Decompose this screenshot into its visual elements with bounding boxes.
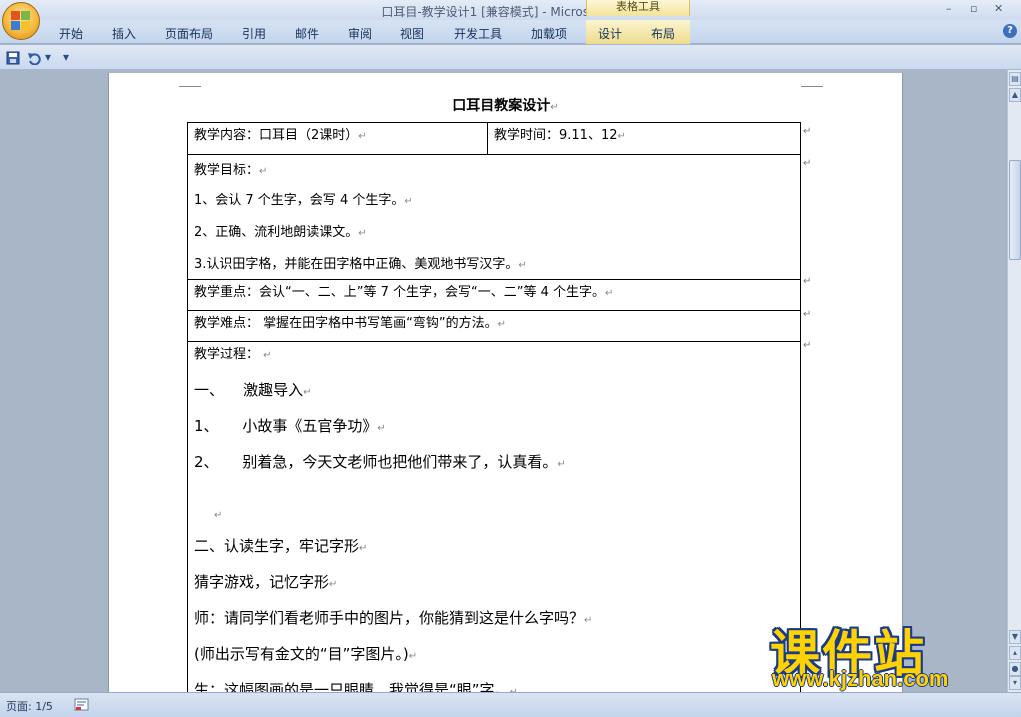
paragraph-mark: ↵ [518,260,527,271]
cell-process[interactable]: 教学过程： ↵ 一、 激趣导入↵ 1、 小故事《五官争功》↵ 2、 别着急，今天… [187,341,801,692]
paragraph-mark: ↵ [358,228,367,239]
content-label: 教学内容：口耳目（2课时） [194,128,359,143]
title-bar: 口耳目-教学设计1 [兼容模式] - Microsoft Word – ▫ ✕ [0,0,1021,20]
process-line: (师出示写有金文的“目”字图片。) [194,645,409,663]
paragraph-mark: ↵ [584,615,593,626]
undo-icon[interactable] [27,51,41,65]
paragraph-mark: ↵ [617,131,626,142]
paragraph-mark: ↵ [214,510,223,521]
row-end-mark: ↵ [803,126,812,137]
focus-text: 教学重点：会认“一、二、上”等 7 个生字，会写“一、二”等 4 个生字。 [194,285,606,300]
goals-heading: 教学目标： [194,163,260,178]
vertical-scrollbar[interactable]: ▤ ▲ ▼ ▴ ● ▾ [1007,70,1021,692]
scroll-up-icon[interactable]: ▲ [1009,88,1021,102]
customize-toolbar-icon[interactable]: ▾ [63,50,69,64]
time-label: 教学时间：9.11、12 [494,128,618,143]
row-end-mark: ↵ [803,309,812,320]
tab-page-layout[interactable]: 页面布局 [165,25,213,42]
window-title: 口耳目-教学设计1 [兼容模式] - Microsoft Word [381,5,640,19]
lesson-plan-table: 教学内容：口耳目（2课时）↵ 教学时间：9.11、12↵ 教学目标：↵ 1、会认… [187,122,801,692]
process-line: 1、 小故事《五官争功》 [194,417,378,435]
tab-add-ins[interactable]: 加载项 [531,25,567,42]
save-icon[interactable] [6,51,20,65]
close-button[interactable]: ✕ [994,2,1003,15]
paragraph-mark: ↵ [259,166,268,177]
process-line: 师：请同学们看老师手中的图片，你能猜到这是什么字吗？ [194,609,585,627]
goal-item: 3.认识田字格，并能在田字格中正确、美观地书写汉字。 [194,257,519,272]
watermark-url: www.kjzhan.com [772,666,949,691]
page-indicator[interactable]: 页面: 1/5 [6,698,53,714]
status-bar: 页面: 1/5 [0,692,1021,717]
office-logo-icon [11,11,31,31]
cell-focus[interactable]: 教学重点：会认“一、二、上”等 7 个生字，会写“一、二”等 4 个生字。↵ [187,279,801,311]
paragraph-mark: ↵ [358,131,367,142]
paragraph-mark: ↵ [408,651,418,662]
office-button[interactable] [2,2,40,40]
paragraph-mark: ↵ [303,387,312,398]
help-icon[interactable]: ? [1003,24,1017,38]
quick-access-toolbar: ▾ ▾ [0,45,1021,70]
scroll-down-icon[interactable]: ▼ [1009,630,1021,644]
paragraph-mark: ↵ [550,102,559,113]
tab-insert[interactable]: 插入 [112,25,136,42]
cell-goals[interactable]: 教学目标：↵ 1、会认 7 个生字，会写 4 个生字。↵ 2、正确、流利地朗读课… [187,154,801,280]
document-page[interactable]: 口耳目教案设计↵ 教学内容：口耳目（2课时）↵ 教学时间：9.11、12↵ 教学… [108,73,903,692]
next-page-icon[interactable]: ▾ [1009,676,1021,690]
crop-mark [801,73,823,87]
paragraph-mark: ↵ [263,350,272,361]
paragraph-mark: ↵ [377,423,386,434]
ruler-toggle-icon[interactable]: ▤ [1009,72,1021,86]
undo-dropdown-icon[interactable]: ▾ [45,50,51,64]
paragraph-mark: ↵ [497,319,506,330]
difficulty-text: 教学难点： 掌握在田字格中书写笔画“弯钩”的方法。 [194,316,498,331]
document-title: 口耳目教案设计↵ [109,95,902,115]
tab-home[interactable]: 开始 [59,25,83,42]
process-line: 一、 激趣导入 [194,381,304,399]
tab-mailings[interactable]: 邮件 [295,25,319,42]
goal-item: 1、会认 7 个生字，会写 4 个生字。 [194,193,405,208]
tab-layout[interactable]: 布局 [651,25,675,42]
restore-button[interactable]: ▫ [970,2,977,15]
cell-content[interactable]: 教学内容：口耳目（2课时）↵ [187,122,488,155]
tab-review[interactable]: 审阅 [348,25,372,42]
cell-time[interactable]: 教学时间：9.11、12↵ [487,122,801,155]
process-line: 猜字游戏，记忆字形 [194,573,330,591]
previous-page-icon[interactable]: ▴ [1009,646,1021,660]
row-end-mark: ↵ [803,276,812,287]
proofing-icon[interactable] [74,698,90,712]
tab-references[interactable]: 引用 [242,25,266,42]
row-end-mark: ↵ [803,340,812,351]
minimize-button[interactable]: – [946,2,952,15]
process-heading: 教学过程： [194,347,260,362]
cell-difficulty[interactable]: 教学难点： 掌握在田字格中书写笔画“弯钩”的方法。↵ [187,310,801,342]
paragraph-mark: ↵ [329,579,338,590]
process-line: 2、 别着急，今天文老师也把他们带来了，认真看。 [194,453,558,471]
ribbon-tabs [0,20,1021,44]
paragraph-mark: ↵ [359,543,368,554]
tab-view[interactable]: 视图 [400,25,424,42]
goal-item: 2、正确、流利地朗读课文。 [194,225,359,240]
scroll-thumb[interactable] [1009,160,1021,260]
process-line: 二、认读生字，牢记字形 [194,537,360,555]
paragraph-mark: ↵ [404,196,413,207]
paragraph-mark: ↵ [605,288,614,299]
document-area: 口耳目教案设计↵ 教学内容：口耳目（2课时）↵ 教学时间：9.11、12↵ 教学… [0,70,1007,692]
tab-design[interactable]: 设计 [598,25,622,42]
process-line: 生：这幅图画的是一只眼睛，我觉得是“眼”字。 [194,681,510,692]
table-tools-header: 表格工具 [586,0,690,16]
watermark-logo: 课件站 www.kjzhan.com [770,614,1006,692]
row-end-mark: ↵ [803,158,812,169]
crop-mark [179,73,201,87]
select-browse-object-icon[interactable]: ● [1009,662,1021,676]
tab-developer[interactable]: 开发工具 [454,25,502,42]
document-title-text: 口耳目教案设计 [452,98,551,114]
paragraph-mark: ↵ [557,459,566,470]
